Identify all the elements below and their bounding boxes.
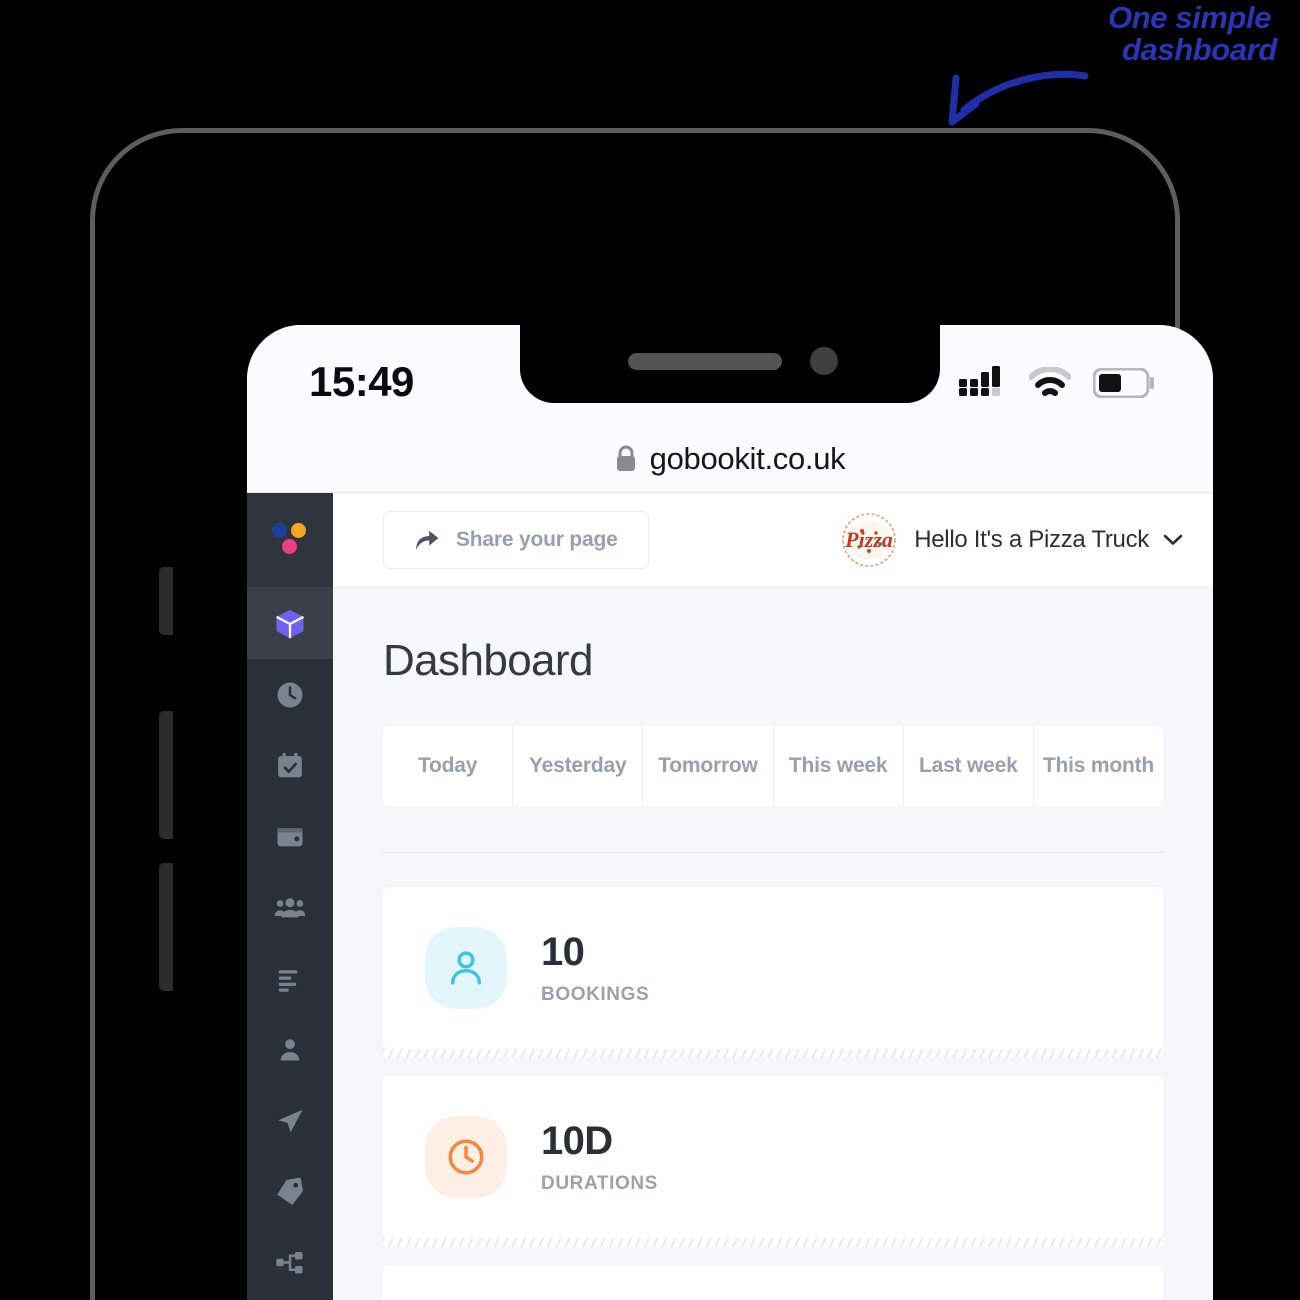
- tab-tomorrow[interactable]: Tomorrow: [643, 726, 774, 806]
- stat-label: BOOKINGS: [541, 983, 650, 1005]
- stat-icon-bookings: [425, 927, 507, 1009]
- stat-card-revenue[interactable]: £9 200.00 REVENUE: [383, 1265, 1163, 1300]
- screenshot-canvas: One simple dashboard 15:49 gobookit.co.u…: [0, 0, 1300, 1300]
- phone-frame: 15:49 gobookit.co.uk Share your page Piz…: [90, 128, 1213, 1300]
- account-menu[interactable]: Pizza Hello It's a Pizza Truck: [838, 511, 1183, 569]
- sidebar-item-customers[interactable]: [247, 872, 333, 943]
- paper-plane-icon: [278, 1109, 303, 1132]
- stat-text-bookings: 10 BOOKINGS: [541, 930, 649, 1006]
- main-content: Share your page Pizza Hello It's a Pizza…: [333, 493, 1213, 1300]
- pizza-logo-icon: Pizza: [842, 513, 897, 567]
- cellular-signal-icon: [959, 366, 1000, 396]
- sidebar-item-clock[interactable]: [247, 659, 333, 730]
- stat-value: 10: [541, 930, 585, 975]
- page-title: Dashboard: [383, 636, 593, 685]
- sidebar-item-calendar[interactable]: [247, 730, 333, 801]
- tab-this-week[interactable]: This week: [774, 726, 904, 806]
- calendar-check-icon: [278, 752, 302, 777]
- tab-yesterday[interactable]: Yesterday: [513, 726, 644, 806]
- svg-text:Pizza: Pizza: [844, 527, 893, 552]
- annotation-callout: One simple dashboard: [1108, 2, 1277, 66]
- stat-card-bookings[interactable]: 10 BOOKINGS: [383, 887, 1163, 1058]
- sidebar-item-send[interactable]: [247, 1085, 333, 1156]
- date-range-tabs: Today Yesterday Tomorrow This week Last …: [383, 726, 1163, 806]
- divider: [383, 852, 1163, 853]
- browser-url-bar[interactable]: gobookit.co.uk: [247, 425, 1213, 493]
- curved-arrow-down-left-icon: [948, 70, 1089, 126]
- phone-volume-down-button[interactable]: [159, 863, 173, 991]
- sidebar-item-wallet[interactable]: [247, 801, 333, 872]
- three-dots-logo-icon: [270, 521, 310, 559]
- sidebar-item-dashboard[interactable]: [247, 588, 333, 659]
- phone-volume-up-button[interactable]: [159, 711, 173, 839]
- stat-card-durations[interactable]: 10D DURATIONS: [383, 1076, 1163, 1247]
- sidebar-item-tags[interactable]: [247, 1156, 333, 1227]
- phone-screen: 15:49 gobookit.co.uk Share your page Piz…: [247, 325, 1213, 1300]
- tab-this-month[interactable]: This month: [1034, 726, 1163, 806]
- person-icon: [280, 1038, 300, 1060]
- dashboard-scroll-area[interactable]: Dashboard Today Yesterday Tomorrow This …: [333, 588, 1213, 1300]
- phone-notch: [520, 325, 940, 403]
- wifi-icon: [1029, 367, 1071, 396]
- lock-icon: [616, 445, 635, 471]
- stat-icon-durations: [425, 1116, 507, 1198]
- status-icons: [959, 350, 1155, 400]
- front-camera-icon: [810, 347, 838, 375]
- account-name: Hello It's a Pizza Truck: [914, 526, 1149, 553]
- share-button-label: Share your page: [456, 528, 618, 551]
- stat-label: DURATIONS: [541, 1172, 658, 1194]
- status-time: 15:49: [309, 358, 414, 405]
- tab-last-week[interactable]: Last week: [904, 726, 1034, 806]
- sidebar-item-list[interactable]: [247, 943, 333, 1014]
- clock-icon: [277, 682, 303, 707]
- sitemap-nodes-icon: [276, 1251, 303, 1273]
- align-left-list-icon: [278, 969, 298, 992]
- users-group-icon: [274, 897, 306, 917]
- chevron-down-icon[interactable]: [1163, 533, 1183, 547]
- person-icon: [450, 951, 482, 985]
- tag-icon: [277, 1177, 304, 1205]
- share-arrow-icon: [416, 530, 439, 550]
- annotation-line-1: One simple: [1108, 0, 1272, 35]
- tab-today[interactable]: Today: [383, 726, 514, 806]
- box-cube-icon: [276, 609, 304, 638]
- phone-mute-switch[interactable]: [159, 567, 173, 635]
- app-topbar: Share your page Pizza Hello It's a Pizza…: [333, 493, 1213, 588]
- stat-value: 10D: [541, 1119, 613, 1164]
- sidebar-item-sitemap[interactable]: [247, 1227, 333, 1298]
- share-your-page-button[interactable]: Share your page: [383, 511, 649, 569]
- sidebar: [247, 493, 333, 1300]
- sidebar-item-profile[interactable]: [247, 1014, 333, 1085]
- annotation-line-2: dashboard: [1122, 32, 1277, 67]
- url-text: gobookit.co.uk: [649, 440, 846, 476]
- clock-icon: [448, 1139, 484, 1175]
- stat-text-durations: 10D DURATIONS: [541, 1119, 658, 1195]
- wallet-icon: [277, 827, 303, 846]
- sidebar-logo[interactable]: [247, 493, 333, 588]
- battery-icon: [1093, 368, 1154, 398]
- earpiece-speaker: [628, 353, 782, 370]
- app-container: Share your page Pizza Hello It's a Pizza…: [247, 493, 1213, 1300]
